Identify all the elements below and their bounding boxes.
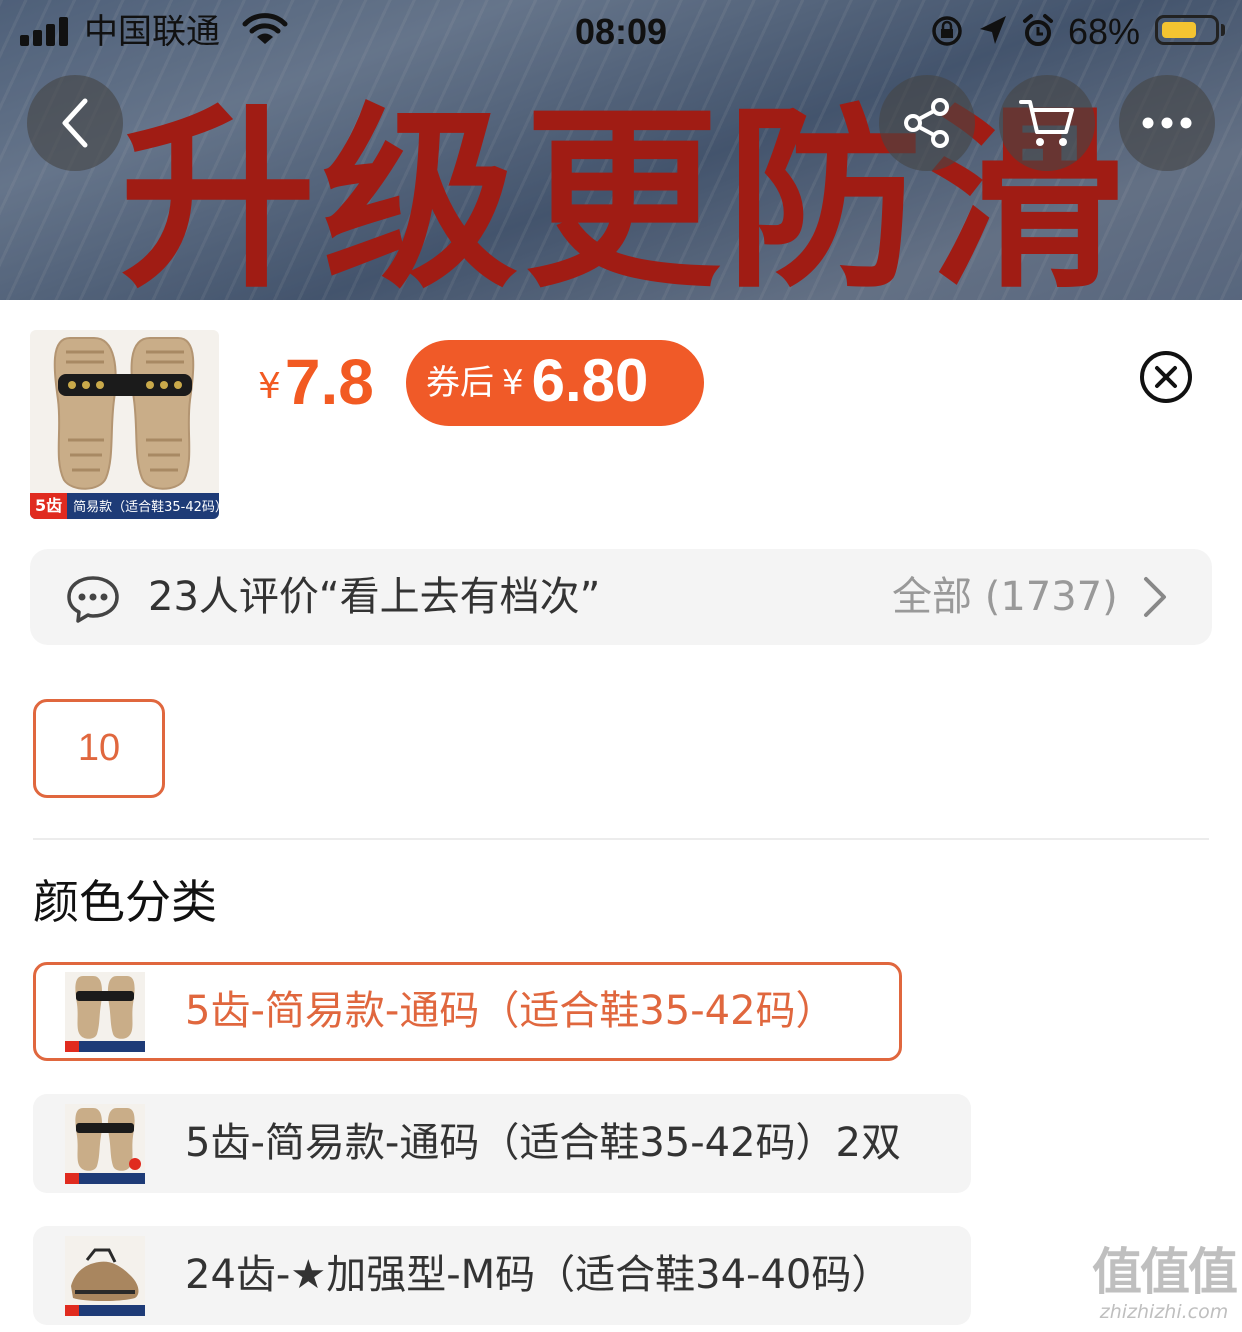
- battery-level: [1162, 22, 1196, 38]
- product-thumbnail[interactable]: 5齿 简易款（适合鞋35-42码）: [30, 330, 219, 519]
- chat-bubble-icon: [66, 575, 120, 627]
- battery-percent: 68%: [1068, 11, 1141, 52]
- coupon-currency: ¥: [502, 363, 524, 403]
- thumbnail-tag: 5齿 简易款（适合鞋35-42码）: [30, 493, 219, 519]
- thumbnail-tag-text: 简易款（适合鞋35-42码）: [73, 500, 219, 515]
- divider: [33, 838, 1209, 840]
- option-thumbnail: [65, 1104, 145, 1184]
- coupon-value: 6.80: [531, 347, 649, 414]
- color-option-2[interactable]: 5齿-简易款-通码（适合鞋35-42码）2双: [33, 1094, 971, 1193]
- thumbnail-tag-red: 5齿: [30, 493, 68, 519]
- status-icons: [928, 12, 1058, 55]
- price-value: 7.8: [284, 346, 374, 418]
- share-button[interactable]: [879, 75, 975, 171]
- section-title: 颜色分类: [33, 875, 217, 929]
- review-all-link[interactable]: 全部 (1737): [892, 573, 1118, 621]
- color-option-1[interactable]: 5齿-简易款-通码（适合鞋35-42码）: [33, 962, 902, 1061]
- shoe-sole-image: [53, 337, 195, 490]
- back-button[interactable]: [27, 75, 123, 171]
- banner-headline: 升级更防滑: [120, 87, 1131, 300]
- site-watermark: 值值值 zhizhizhi.com: [1092, 1243, 1238, 1324]
- option-label: 24齿-★加强型-M码（适合鞋34-40码）: [185, 1252, 892, 1298]
- share-icon: [904, 98, 949, 148]
- location-icon: [980, 16, 1006, 44]
- chevron-left-icon: [62, 98, 88, 148]
- close-button[interactable]: [1139, 350, 1193, 404]
- battery-icon: [1155, 15, 1219, 45]
- review-summary-bar[interactable]: 23人评价“看上去有档次” 全部 (1737): [30, 549, 1212, 645]
- quantity-option[interactable]: 10: [33, 699, 165, 798]
- watermark-logo: 值值值: [1092, 1243, 1238, 1301]
- review-summary-text: 23人评价“看上去有档次”: [148, 574, 601, 620]
- option-label: 5齿-简易款-通码（适合鞋35-42码）2双: [185, 1120, 901, 1166]
- option-thumbnail: [65, 972, 145, 1052]
- option-thumbnail: [65, 1236, 145, 1316]
- more-button[interactable]: [1119, 75, 1215, 171]
- color-option-3[interactable]: 24齿-★加强型-M码（适合鞋34-40码）: [33, 1226, 971, 1325]
- close-icon: [1140, 351, 1192, 403]
- option-label: 5齿-简易款-通码（适合鞋35-42码）: [185, 988, 836, 1034]
- coupon-price-badge: 券后 ¥6.80: [406, 340, 704, 426]
- more-icon: [1142, 117, 1192, 129]
- cart-button[interactable]: [999, 75, 1095, 171]
- watermark-url: zhizhizhi.com: [1099, 1301, 1229, 1323]
- alarm-icon: [1023, 14, 1053, 46]
- coupon-label: 券后: [426, 363, 494, 403]
- cart-icon: [1019, 100, 1074, 146]
- price: ¥7.8: [258, 340, 374, 424]
- status-bar: 中国联通 08:09 68%: [0, 0, 1242, 64]
- orientation-lock-icon: [932, 16, 962, 46]
- price-currency: ¥: [258, 366, 281, 407]
- chevron-right-icon: [1140, 575, 1170, 623]
